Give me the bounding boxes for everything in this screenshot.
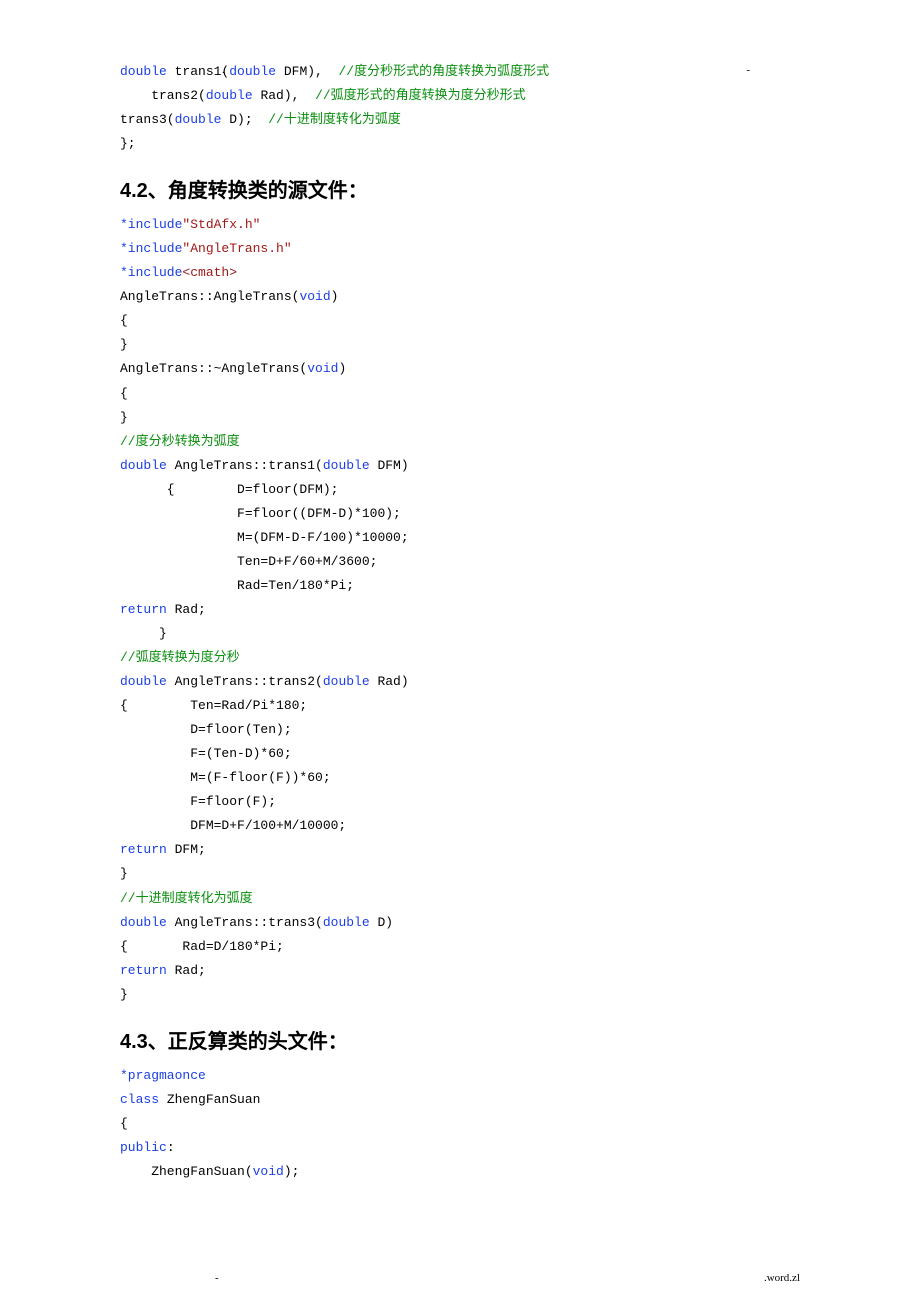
code-text: trans2( bbox=[120, 88, 206, 103]
code-text: } bbox=[120, 337, 128, 352]
heading-4-3: 4.3、正反算类的头文件： bbox=[120, 1025, 800, 1054]
keyword: double bbox=[323, 674, 370, 689]
footer-left: - bbox=[215, 1272, 219, 1284]
keyword: return bbox=[120, 842, 167, 857]
code-text: }; bbox=[120, 136, 136, 151]
code-text: F=floor((DFM-D)*100); bbox=[120, 506, 401, 521]
code-text: { bbox=[120, 313, 128, 328]
keyword: class bbox=[120, 1092, 159, 1107]
code-text: M=(DFM-D-F/100)*10000; bbox=[120, 530, 409, 545]
code-text: AngleTrans::AngleTrans( bbox=[120, 289, 299, 304]
keyword: double bbox=[120, 915, 167, 930]
keyword: *include bbox=[120, 217, 182, 232]
header-name: <cmath> bbox=[182, 265, 237, 280]
keyword: public bbox=[120, 1140, 167, 1155]
keyword: return bbox=[120, 602, 167, 617]
keyword: double bbox=[229, 64, 276, 79]
keyword: double bbox=[206, 88, 253, 103]
code-text: F=floor(F); bbox=[120, 794, 276, 809]
code-text: trans1( bbox=[167, 64, 229, 79]
comment: //十进制度转化为弧度 bbox=[268, 112, 401, 127]
string: "StdAfx.h" bbox=[182, 217, 260, 232]
code-text: ) bbox=[331, 289, 339, 304]
keyword: return bbox=[120, 963, 167, 978]
code-text: ZhengFanSuan( bbox=[120, 1164, 253, 1179]
code-text: { bbox=[120, 1116, 128, 1131]
keyword: void bbox=[299, 289, 330, 304]
code-text: Rad; bbox=[167, 963, 206, 978]
code-text: DFM) bbox=[370, 458, 409, 473]
keyword: void bbox=[307, 361, 338, 376]
string: "AngleTrans.h" bbox=[182, 241, 291, 256]
header-dot-right: - bbox=[746, 64, 750, 76]
code-text: DFM=D+F/100+M/10000; bbox=[120, 818, 346, 833]
keyword: *include bbox=[120, 241, 182, 256]
code-text: { bbox=[120, 386, 128, 401]
code-text: Rad; bbox=[167, 602, 206, 617]
code-text: Rad=Ten/180*Pi; bbox=[120, 578, 354, 593]
code-text: } bbox=[120, 410, 128, 425]
code-text: { Ten=Rad/Pi*180; bbox=[120, 698, 307, 713]
code-text: AngleTrans::trans2( bbox=[167, 674, 323, 689]
code-text: Ten=D+F/60+M/3600; bbox=[120, 554, 377, 569]
code-text: D) bbox=[370, 915, 393, 930]
code-text: AngleTrans::~AngleTrans( bbox=[120, 361, 307, 376]
keyword: *include bbox=[120, 265, 182, 280]
keyword: *pragmaonce bbox=[120, 1068, 206, 1083]
keyword: double bbox=[175, 112, 222, 127]
comment: //度分秒形式的角度转换为弧度形式 bbox=[338, 64, 549, 79]
code-block-3: *pragmaonce class ZhengFanSuan { public:… bbox=[120, 1064, 800, 1184]
code-text: { D=floor(DFM); bbox=[120, 482, 338, 497]
code-text: ZhengFanSuan bbox=[159, 1092, 260, 1107]
code-text: DFM), bbox=[276, 64, 338, 79]
code-text: } bbox=[120, 987, 128, 1002]
code-text: Rad) bbox=[370, 674, 409, 689]
comment: //弧度转换为度分秒 bbox=[120, 650, 240, 665]
code-text: } bbox=[120, 626, 167, 641]
keyword: double bbox=[323, 458, 370, 473]
code-text: AngleTrans::trans3( bbox=[167, 915, 323, 930]
comment: //度分秒转换为弧度 bbox=[120, 434, 240, 449]
code-text: M=(F-floor(F))*60; bbox=[120, 770, 331, 785]
code-text: { Rad=D/180*Pi; bbox=[120, 939, 284, 954]
keyword: double bbox=[323, 915, 370, 930]
code-text: AngleTrans::trans1( bbox=[167, 458, 323, 473]
code-text: F=(Ten-D)*60; bbox=[120, 746, 292, 761]
code-text: : bbox=[167, 1140, 175, 1155]
code-text: } bbox=[120, 866, 128, 881]
page: . - double trans1(double DFM), //度分秒形式的角… bbox=[0, 0, 920, 1302]
heading-4-2: 4.2、角度转换类的源文件： bbox=[120, 174, 800, 203]
keyword: double bbox=[120, 64, 167, 79]
code-text: ) bbox=[338, 361, 346, 376]
footer-right: .word.zl bbox=[764, 1272, 800, 1284]
comment: //十进制度转化为弧度 bbox=[120, 891, 253, 906]
keyword: void bbox=[253, 1164, 284, 1179]
keyword: double bbox=[120, 458, 167, 473]
comment: //弧度形式的角度转换为度分秒形式 bbox=[315, 88, 526, 103]
code-text: trans3( bbox=[120, 112, 175, 127]
keyword: double bbox=[120, 674, 167, 689]
code-block-2: *include"StdAfx.h" *include"AngleTrans.h… bbox=[120, 213, 800, 1007]
code-text: D); bbox=[221, 112, 268, 127]
header-dot-left: . bbox=[222, 64, 225, 76]
code-text: Rad), bbox=[253, 88, 315, 103]
code-text: ); bbox=[284, 1164, 300, 1179]
code-text: DFM; bbox=[167, 842, 206, 857]
code-text: D=floor(Ten); bbox=[120, 722, 292, 737]
